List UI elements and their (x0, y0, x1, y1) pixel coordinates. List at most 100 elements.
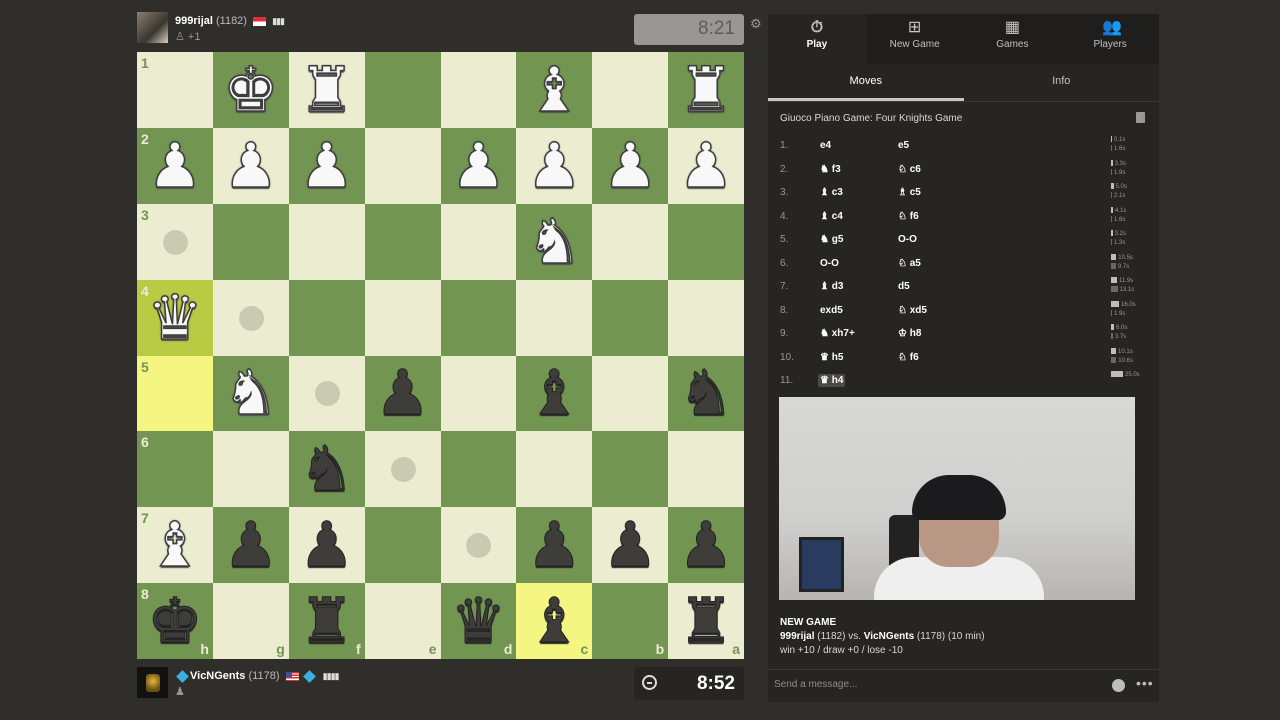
board-square[interactable]: 4 ♛ (137, 279, 213, 356)
board-square[interactable] (440, 507, 517, 584)
board-square[interactable]: ♟ (364, 355, 441, 432)
black-knight-piece[interactable]: ♞ (668, 356, 744, 432)
black-move[interactable]: ♗ c5 (896, 186, 923, 199)
nav-play[interactable]: ⏱ Play (768, 14, 866, 64)
move-hint-dot[interactable] (314, 381, 340, 407)
white-queen-piece[interactable]: ♛ (137, 280, 213, 356)
white-knight-piece[interactable]: ♞ (213, 356, 289, 432)
board-square[interactable]: 6 (137, 431, 213, 508)
white-move[interactable]: ♞ xh7+ (818, 327, 857, 340)
black-move[interactable]: ♘ c6 (896, 163, 923, 176)
emoji-icon[interactable] (1112, 679, 1125, 692)
white-king-piece[interactable]: ♚ (213, 52, 289, 128)
board-square[interactable]: ♟ (516, 507, 593, 584)
board-square[interactable]: ♟ (440, 127, 517, 204)
board-square[interactable] (668, 431, 744, 508)
board-square[interactable] (288, 355, 365, 432)
white-knight-piece[interactable]: ♞ (516, 204, 592, 280)
board-square[interactable]: 7 ♝ (137, 507, 213, 584)
board-square[interactable]: ♞ (288, 431, 365, 508)
black-pawn-piece[interactable]: ♟ (592, 507, 668, 583)
white-move[interactable]: exd5 (818, 304, 845, 317)
board-square[interactable]: d ♛ (440, 583, 517, 659)
black-move[interactable]: ♘ a5 (896, 257, 923, 270)
white-pawn-piece[interactable]: ♟ (137, 128, 213, 204)
chat-input[interactable] (774, 679, 1094, 690)
move-hint-dot[interactable] (390, 457, 416, 483)
bottom-player-name[interactable]: VicNGents (190, 670, 245, 682)
board-square[interactable] (440, 431, 517, 508)
nav-players[interactable]: 👥 Players (1061, 14, 1159, 64)
white-move[interactable]: ♛ h5 (818, 351, 845, 364)
white-move[interactable]: ♝ c4 (818, 210, 845, 223)
white-bishop-piece[interactable]: ♝ (516, 52, 592, 128)
white-move[interactable]: ♞ f3 (818, 163, 843, 176)
black-rook-piece[interactable]: ♜ (668, 583, 744, 659)
more-options-icon[interactable]: ••• (1136, 675, 1154, 691)
board-square[interactable]: ♜ (288, 52, 365, 128)
board-square[interactable] (592, 203, 669, 280)
board-square[interactable]: ♝ (516, 355, 593, 432)
black-pawn-piece[interactable]: ♟ (365, 356, 441, 432)
chess-board[interactable]: 1 ♚ ♜ ♝ ♜ 2 ♟ ♟ ♟ ♟ ♟ ♟ ♟ 3 ♞ 4 ♛ 5 ♞ ♟ ♝ ♞ 6 ♞ 7 ♝ ♟ ♟ ♟ ♟ ♟ 8 h ♚ g f ♜ e d ♛… (137, 52, 744, 659)
white-move[interactable]: ♛ h4 (818, 374, 846, 387)
white-move[interactable]: ♝ c3 (818, 186, 845, 199)
board-square[interactable]: c ♝ (516, 583, 593, 659)
board-square[interactable] (440, 203, 517, 280)
board-square[interactable] (516, 279, 593, 356)
board-square[interactable] (668, 279, 744, 356)
board-square[interactable] (592, 431, 669, 508)
board-square[interactable] (364, 203, 441, 280)
white-pawn-piece[interactable]: ♟ (441, 128, 517, 204)
board-square[interactable] (592, 355, 669, 432)
tab-info[interactable]: Info (964, 64, 1160, 101)
board-square[interactable] (440, 52, 517, 128)
white-rook-piece[interactable]: ♜ (289, 52, 365, 128)
board-square[interactable]: ♞ (212, 355, 289, 432)
board-square[interactable]: 2 ♟ (137, 127, 213, 204)
white-rook-piece[interactable]: ♜ (668, 52, 744, 128)
board-square[interactable]: ♝ (516, 52, 593, 128)
board-square[interactable] (440, 355, 517, 432)
board-square[interactable]: a ♜ (668, 583, 744, 659)
black-move[interactable]: d5 (896, 280, 912, 293)
board-square[interactable]: ♟ (288, 127, 365, 204)
white-move[interactable]: ♞ g5 (818, 233, 845, 246)
board-square[interactable] (364, 127, 441, 204)
board-square[interactable]: ♟ (212, 507, 289, 584)
board-square[interactable]: ♞ (516, 203, 593, 280)
board-square[interactable]: ♞ (668, 355, 744, 432)
black-pawn-piece[interactable]: ♟ (668, 507, 744, 583)
white-pawn-piece[interactable]: ♟ (289, 128, 365, 204)
board-square[interactable]: ♟ (516, 127, 593, 204)
black-move[interactable]: ♔ h8 (896, 327, 923, 340)
board-square[interactable] (364, 507, 441, 584)
board-square[interactable]: ♟ (668, 127, 744, 204)
board-square[interactable]: ♟ (592, 127, 669, 204)
top-player-name[interactable]: 999rijal (175, 15, 213, 27)
board-square[interactable]: e (364, 583, 441, 659)
black-pawn-piece[interactable]: ♟ (516, 507, 592, 583)
book-icon[interactable] (1136, 112, 1145, 123)
board-square[interactable] (288, 279, 365, 356)
move-hint-dot[interactable] (238, 305, 264, 331)
black-pawn-piece[interactable]: ♟ (289, 507, 365, 583)
board-square[interactable] (212, 203, 289, 280)
black-move[interactable]: ♘ xd5 (896, 304, 929, 317)
board-square[interactable]: ♚ (212, 52, 289, 128)
board-square[interactable] (288, 203, 365, 280)
board-square[interactable]: f ♜ (288, 583, 365, 659)
black-move[interactable]: ♘ f6 (896, 210, 921, 223)
move-hint-dot[interactable] (466, 533, 492, 559)
white-bishop-piece[interactable]: ♝ (137, 507, 213, 583)
board-square[interactable] (212, 279, 289, 356)
black-move[interactable]: ♘ f6 (896, 351, 921, 364)
move-hint-dot[interactable] (162, 229, 188, 255)
board-square[interactable] (364, 52, 441, 128)
board-square[interactable]: 1 (137, 52, 213, 128)
board-square[interactable]: ♟ (212, 127, 289, 204)
board-square[interactable] (364, 431, 441, 508)
white-pawn-piece[interactable]: ♟ (213, 128, 289, 204)
board-square[interactable] (592, 279, 669, 356)
black-move[interactable]: e5 (896, 139, 911, 152)
